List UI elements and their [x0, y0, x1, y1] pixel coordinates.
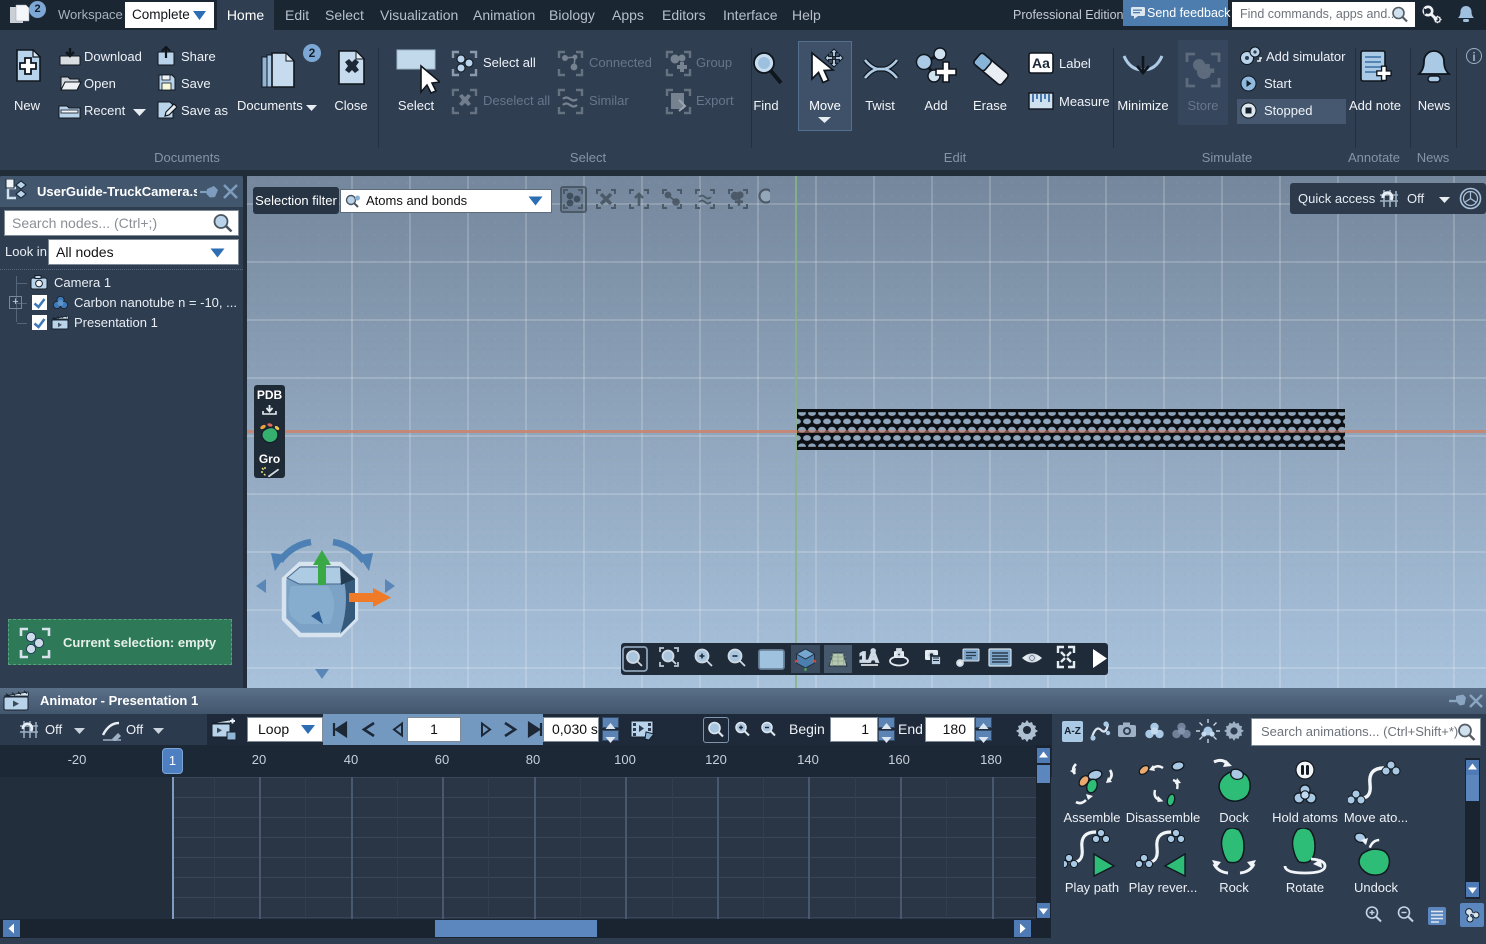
svg-text:Aa: Aa	[1032, 55, 1050, 71]
svg-text:1Å: 1Å	[859, 649, 878, 666]
